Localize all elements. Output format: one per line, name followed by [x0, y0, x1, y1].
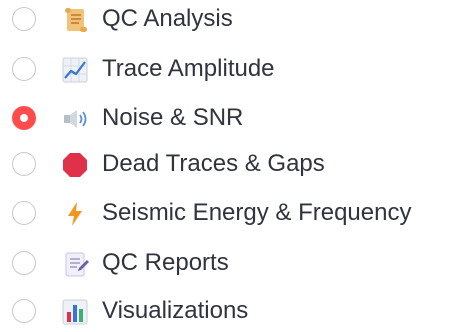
radio-button[interactable]	[12, 251, 36, 275]
nav-option-label: Noise & SNR	[102, 104, 244, 131]
speaker-icon	[60, 104, 90, 134]
lightning-icon	[60, 199, 90, 229]
nav-option-label: Visualizations	[102, 297, 249, 324]
section-radio-group: QC Analysis Trace Amplitude Noise & SNR …	[0, 0, 449, 326]
nav-option-label: QC Analysis	[102, 5, 233, 32]
nav-option-label: Seismic Energy & Frequency	[102, 199, 412, 226]
radio-button[interactable]	[12, 201, 36, 225]
radio-button[interactable]	[12, 299, 36, 323]
memo-icon	[60, 249, 90, 279]
radio-button[interactable]	[12, 152, 36, 176]
nav-option-label: QC Reports	[102, 249, 229, 276]
scroll-icon	[60, 5, 90, 35]
chart-increasing-icon	[60, 55, 90, 85]
radio-button[interactable]	[12, 7, 36, 31]
stop-sign-icon	[60, 150, 90, 180]
radio-button-selected[interactable]	[12, 106, 36, 130]
bar-chart-icon	[60, 297, 90, 327]
nav-option-label: Dead Traces & Gaps	[102, 150, 325, 177]
radio-button[interactable]	[12, 57, 36, 81]
nav-option-label: Trace Amplitude	[102, 55, 275, 82]
